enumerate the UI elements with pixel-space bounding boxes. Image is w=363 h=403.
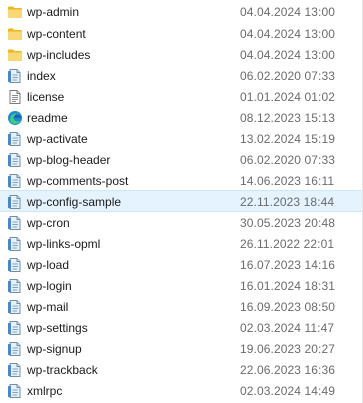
file-row[interactable]: wp-signup 19.06.2023 20:27 bbox=[0, 338, 362, 360]
file-date-modified: 14.06.2023 16:11 bbox=[240, 174, 335, 188]
script-file-icon bbox=[7, 68, 23, 84]
script-file-icon bbox=[7, 173, 23, 189]
script-file-icon bbox=[7, 341, 23, 357]
file-row[interactable]: wp-mail 16.09.2023 08:50 bbox=[0, 296, 362, 318]
edge-browser-icon bbox=[7, 110, 23, 126]
file-name: wp-settings bbox=[27, 321, 88, 335]
file-name: wp-config-sample bbox=[27, 195, 122, 209]
script-file-icon bbox=[7, 278, 23, 294]
text-file-icon bbox=[7, 89, 23, 105]
script-file-icon bbox=[7, 299, 23, 315]
file-date-modified: 02.03.2024 14:49 bbox=[240, 384, 336, 398]
script-file-icon bbox=[7, 215, 23, 231]
folder-icon bbox=[7, 47, 23, 63]
script-file-icon bbox=[7, 152, 23, 168]
file-date-modified: 13.02.2024 15:19 bbox=[240, 132, 336, 146]
file-row[interactable]: wp-comments-post 14.06.2023 16:11 bbox=[0, 170, 362, 192]
file-row[interactable]: readme 08.12.2023 15:13 bbox=[0, 107, 362, 129]
file-date-modified: 16.07.2023 14:16 bbox=[240, 258, 336, 272]
file-row[interactable]: wp-content 04.04.2024 13:00 bbox=[0, 23, 362, 45]
script-file-icon bbox=[7, 257, 23, 273]
file-name: wp-admin bbox=[27, 5, 80, 19]
file-row[interactable]: wp-login 16.01.2024 18:31 bbox=[0, 275, 362, 297]
file-row[interactable]: wp-settings 02.03.2024 11:47 bbox=[0, 317, 362, 339]
file-name: wp-blog-header bbox=[27, 153, 111, 167]
file-name: wp-login bbox=[27, 279, 72, 293]
folder-icon bbox=[7, 26, 23, 42]
file-row[interactable]: wp-blog-header 06.02.2020 07:33 bbox=[0, 149, 362, 171]
script-file-icon bbox=[7, 320, 23, 336]
file-name: wp-load bbox=[27, 258, 70, 272]
file-row[interactable]: wp-links-opml 26.11.2022 22:01 bbox=[0, 233, 362, 255]
file-date-modified: 04.04.2024 13:00 bbox=[240, 27, 336, 41]
script-file-icon bbox=[7, 194, 23, 210]
file-row[interactable]: index 06.02.2020 07:33 bbox=[0, 65, 362, 87]
file-name: index bbox=[27, 69, 56, 83]
file-date-modified: 30.05.2023 20:48 bbox=[240, 216, 336, 230]
file-date-modified: 04.04.2024 13:00 bbox=[240, 5, 336, 19]
file-date-modified: 22.06.2023 16:36 bbox=[240, 363, 336, 377]
file-name: wp-content bbox=[27, 27, 86, 41]
file-row[interactable]: wp-includes 04.04.2024 13:00 bbox=[0, 44, 362, 66]
file-row[interactable]: wp-load 16.07.2023 14:16 bbox=[0, 254, 362, 276]
file-name: wp-cron bbox=[27, 216, 70, 230]
file-date-modified: 01.01.2024 01:02 bbox=[240, 90, 336, 104]
file-list: wp-admin 04.04.2024 13:00 wp-content 04.04… bbox=[0, 0, 363, 403]
file-date-modified: 04.04.2024 13:00 bbox=[240, 48, 336, 62]
file-name: wp-mail bbox=[27, 300, 69, 314]
script-file-icon bbox=[7, 236, 23, 252]
file-row[interactable]: wp-admin 04.04.2024 13:00 bbox=[0, 1, 362, 23]
file-row[interactable]: license 01.01.2024 01:02 bbox=[0, 86, 362, 108]
file-name: license bbox=[27, 90, 65, 104]
file-date-modified: 19.06.2023 20:27 bbox=[240, 342, 336, 356]
file-row-selected[interactable]: wp-config-sample 22.11.2023 18:44 bbox=[0, 190, 362, 212]
file-name: wp-comments-post bbox=[27, 174, 129, 188]
file-row[interactable]: wp-trackback 22.06.2023 16:36 bbox=[0, 359, 362, 381]
file-date-modified: 02.03.2024 11:47 bbox=[240, 321, 335, 335]
file-name: readme bbox=[27, 111, 68, 125]
script-file-icon bbox=[7, 131, 23, 147]
file-row[interactable]: wp-cron 30.05.2023 20:48 bbox=[0, 212, 362, 234]
file-date-modified: 06.02.2020 07:33 bbox=[240, 69, 336, 83]
file-date-modified: 08.12.2023 15:13 bbox=[240, 111, 336, 125]
file-date-modified: 16.01.2024 18:31 bbox=[240, 279, 336, 293]
file-name: xmlrpc bbox=[27, 384, 63, 398]
file-name: wp-activate bbox=[27, 132, 88, 146]
file-date-modified: 16.09.2023 08:50 bbox=[240, 300, 336, 314]
file-date-modified: 22.11.2023 18:44 bbox=[240, 195, 335, 209]
file-date-modified: 06.02.2020 07:33 bbox=[240, 153, 336, 167]
file-date-modified: 26.11.2022 22:01 bbox=[240, 237, 335, 251]
file-row[interactable]: xmlrpc 02.03.2024 14:49 bbox=[0, 380, 362, 402]
folder-icon bbox=[7, 4, 23, 20]
file-name: wp-trackback bbox=[27, 363, 98, 377]
file-name: wp-signup bbox=[27, 342, 82, 356]
file-name: wp-links-opml bbox=[27, 237, 101, 251]
script-file-icon bbox=[7, 362, 23, 378]
file-name: wp-includes bbox=[27, 48, 91, 62]
file-row[interactable]: wp-activate 13.02.2024 15:19 bbox=[0, 128, 362, 150]
script-file-icon bbox=[7, 383, 23, 399]
